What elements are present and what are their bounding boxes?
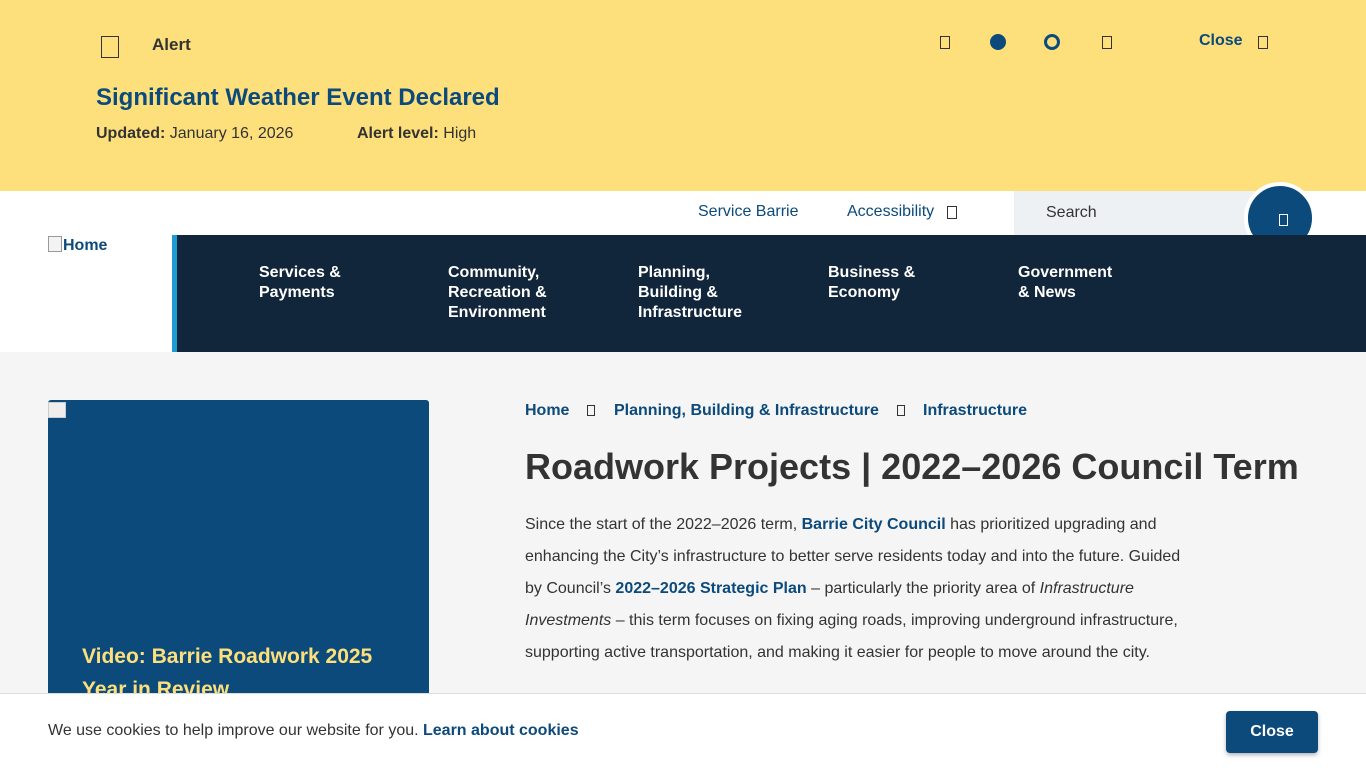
breadcrumb-home[interactable]: Home — [525, 402, 569, 420]
nav-label-line: Community, — [448, 264, 540, 281]
nav-label-line: Services & — [259, 264, 341, 281]
broken-image-icon — [48, 236, 62, 252]
alert-updated: Updated: January 16, 2026 — [96, 125, 293, 143]
nav-services-payments[interactable]: Services & Payments — [259, 263, 341, 303]
breadcrumb-infrastructure[interactable]: Infrastructure — [923, 402, 1027, 420]
alert-level-label: Alert level: — [357, 125, 439, 142]
intro-text: – this term focuses on fixing aging road… — [525, 612, 1178, 661]
alert-banner: Alert Close Significant Weather Event De… — [0, 0, 1366, 191]
alert-icon — [101, 36, 119, 58]
nav-business-economy[interactable]: Business & Economy — [828, 263, 915, 303]
search-icon — [1279, 214, 1288, 226]
alert-level: Alert level: High — [357, 125, 476, 143]
accessibility-icon — [947, 206, 957, 219]
alert-headline: Significant Weather Event Declared — [96, 84, 500, 111]
chevron-right-icon — [897, 405, 905, 416]
search-input[interactable] — [1014, 191, 1254, 235]
alert-level-value: High — [443, 125, 477, 142]
slide-indicator[interactable] — [1044, 34, 1060, 50]
cookie-close-button[interactable]: Close — [1226, 711, 1318, 753]
breadcrumb-planning[interactable]: Planning, Building & Infrastructure — [614, 402, 879, 420]
chevron-right-icon — [587, 405, 595, 416]
strategic-plan-link[interactable]: 2022–2026 Strategic Plan — [615, 580, 806, 597]
nav-label-line: Recreation & — [448, 284, 547, 301]
nav-label-line: & News — [1018, 284, 1076, 301]
next-icon[interactable] — [1102, 36, 1112, 49]
nav-label-line: Payments — [259, 284, 335, 301]
broken-image-icon — [48, 402, 66, 418]
nav-label-line: Building & — [638, 284, 718, 301]
service-barrie-link[interactable]: Service Barrie — [698, 203, 798, 221]
logo-alt-text: Home — [63, 237, 108, 254]
council-link[interactable]: Barrie City Council — [802, 516, 946, 533]
alert-close-button[interactable]: Close — [1199, 32, 1243, 50]
search-box — [1014, 191, 1278, 235]
nav-label-line: Planning, — [638, 264, 710, 281]
accessibility-link[interactable]: Accessibility — [847, 203, 934, 221]
nav-label-line: Government — [1018, 264, 1113, 281]
home-logo-link[interactable]: Home — [48, 236, 107, 255]
nav-planning-building[interactable]: Planning, Building & Infrastructure — [638, 263, 742, 323]
video-card[interactable]: Video: Barrie Roadwork 2025 Year in Revi… — [48, 400, 429, 700]
intro-text: Since the start of the 2022–2026 term, — [525, 516, 802, 533]
page-title: Roadwork Projects | 2022–2026 Council Te… — [525, 446, 1299, 487]
cookie-banner: We use cookies to help improve our websi… — [0, 693, 1366, 768]
nav-label-line: Business & — [828, 264, 916, 281]
video-caption[interactable]: Video: Barrie Roadwork 2025 Year in Revi… — [82, 640, 402, 700]
updated-value: January 16, 2026 — [169, 125, 294, 142]
close-icon[interactable] — [1258, 36, 1268, 49]
intro-paragraph: Since the start of the 2022–2026 term, B… — [525, 509, 1195, 669]
slide-indicator-active[interactable] — [990, 34, 1006, 50]
intro-text: – particularly the priority area of — [806, 580, 1040, 597]
main-navigation: Services & Payments Community, Recreatio… — [172, 235, 1366, 352]
nav-label-line: Environment — [448, 304, 546, 321]
cookie-message: We use cookies to help improve our websi… — [48, 722, 579, 740]
learn-cookies-link[interactable]: Learn about cookies — [423, 722, 579, 739]
nav-community-recreation[interactable]: Community, Recreation & Environment — [448, 263, 547, 323]
nav-government-news[interactable]: Government & News — [1018, 263, 1112, 303]
updated-label: Updated: — [96, 125, 166, 142]
cookie-text: We use cookies to help improve our websi… — [48, 722, 423, 739]
nav-label-line: Infrastructure — [638, 304, 743, 321]
previous-icon[interactable] — [940, 36, 950, 49]
alert-tag: Alert — [152, 35, 191, 54]
nav-label-line: Economy — [828, 284, 901, 301]
